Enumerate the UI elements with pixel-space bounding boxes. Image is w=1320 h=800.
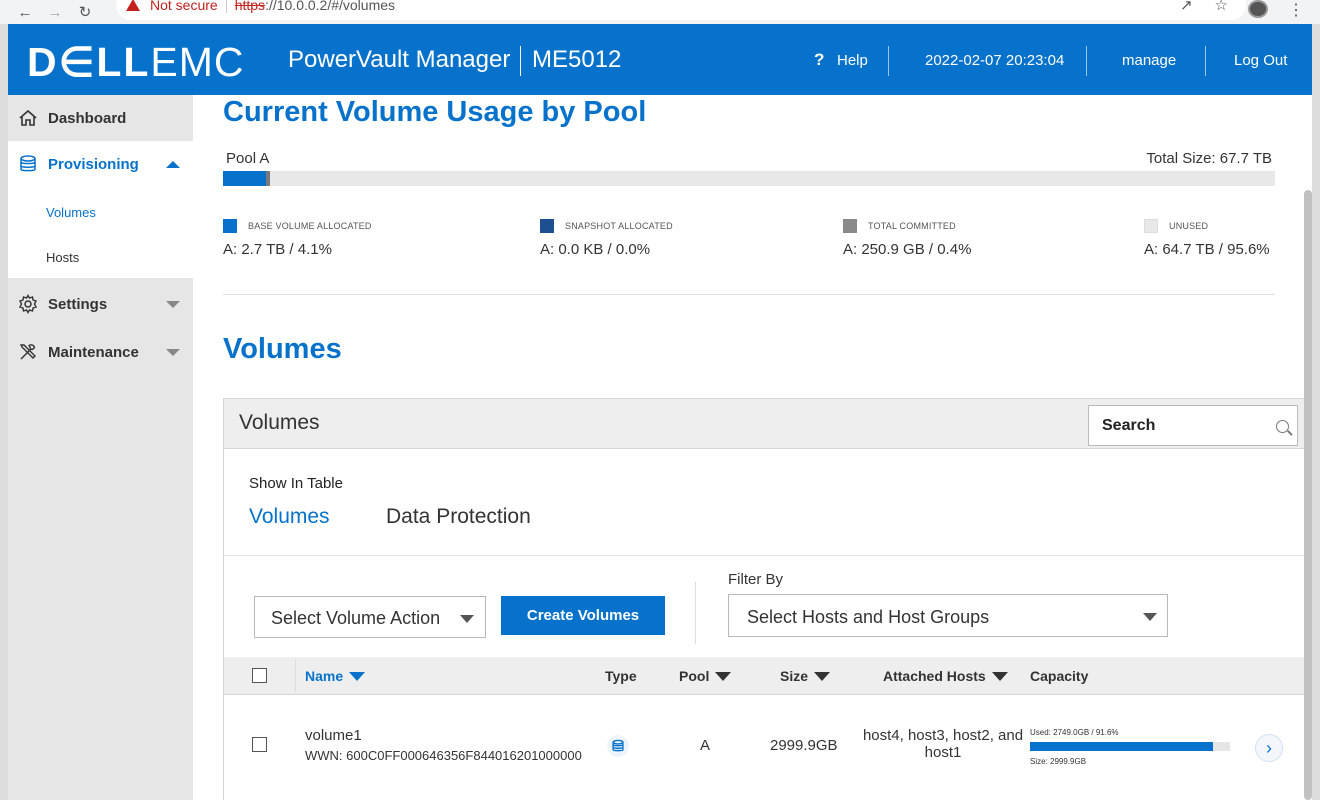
forward-icon[interactable]: →: [44, 2, 66, 22]
header-divider: [888, 46, 889, 76]
total-size: Total Size: 67.7 TB: [1146, 150, 1272, 167]
legend-swatch: [540, 219, 554, 233]
show-in-table-label: Show In Table: [249, 475, 343, 492]
reload-icon[interactable]: ↻: [74, 2, 96, 22]
browser-menu-icon[interactable]: ⋮: [1288, 0, 1304, 20]
provisioning-submenu: Volumes Hosts: [8, 186, 193, 278]
sort-icon: [814, 671, 831, 681]
attached-hosts: host4, host3, host2, and host1: [862, 727, 1024, 761]
address-separator: [225, 0, 227, 13]
sidebar-item-provisioning[interactable]: Provisioning: [8, 141, 193, 187]
header-divider: [520, 46, 521, 76]
address-bar[interactable]: Not secure https ://10.0.0.2/#/volumes ↗…: [116, 0, 1246, 20]
legend-swatch: [843, 219, 857, 233]
column-header-attached-hosts[interactable]: Attached Hosts: [883, 668, 1008, 684]
browser-toolbar: ← → ↻ Not secure https ://10.0.0.2/#/vol…: [0, 0, 1320, 24]
sidebar-item-settings[interactable]: Settings: [8, 281, 193, 327]
sort-icon: [715, 671, 732, 681]
url-scheme: https: [234, 0, 266, 13]
volume-type-database-icon: [607, 735, 629, 757]
help-link[interactable]: Help: [837, 52, 868, 69]
column-header-size[interactable]: Size: [780, 668, 831, 684]
volume-name[interactable]: volume1: [305, 727, 362, 744]
column-header-capacity: Capacity: [1030, 668, 1089, 684]
warning-icon: [126, 0, 140, 11]
column-header-type[interactable]: Type: [605, 668, 637, 684]
app-window: D∈LLEMC PowerVault Manager ME5012 ? Help…: [8, 24, 1312, 800]
sidebar: Dashboard Provisioning Volumes Hosts Set…: [8, 95, 193, 800]
legend-swatch: [223, 219, 237, 233]
chevron-down-icon: [166, 300, 180, 308]
column-divider: [295, 659, 296, 692]
header-divider: [1086, 46, 1087, 76]
chevron-down-icon: [1143, 613, 1157, 621]
toolbar-divider: [695, 582, 696, 644]
row-details-chevron-right-icon[interactable]: ›: [1255, 734, 1283, 762]
capacity-bar: [1030, 742, 1230, 751]
system-datetime: 2022-02-07 20:23:04: [925, 52, 1065, 69]
search-icon[interactable]: [1276, 420, 1289, 433]
share-icon[interactable]: ↗: [1180, 0, 1193, 14]
sort-desc-icon: [349, 671, 366, 681]
volume-size: 2999.9GB: [770, 737, 838, 754]
back-icon[interactable]: ←: [14, 2, 36, 22]
volume-pool: A: [700, 737, 711, 754]
legend-swatch: [1144, 219, 1158, 233]
tab-volumes[interactable]: Volumes: [249, 505, 330, 529]
user-menu[interactable]: manage: [1122, 52, 1176, 69]
logout-link[interactable]: Log Out: [1234, 52, 1287, 69]
filter-by-label: Filter By: [728, 571, 784, 588]
column-header-name[interactable]: Name: [305, 668, 366, 684]
chevron-up-icon: [166, 160, 180, 168]
capacity-size-label: Size: 2999.9GB: [1030, 757, 1087, 766]
help-icon[interactable]: ?: [814, 50, 824, 70]
capacity-used-label: Used: 2749.0GB / 91.6%: [1030, 728, 1119, 737]
system-model: ME5012: [532, 46, 622, 73]
panel-header: Volumes Search: [224, 399, 1307, 449]
volume-action-select[interactable]: Select Volume Action: [254, 596, 486, 638]
volume-wwn: WWN: 600C0FF000646356F844016201000000: [305, 748, 582, 763]
app-name: PowerVault Manager: [288, 46, 511, 73]
security-warning[interactable]: Not secure: [126, 0, 218, 13]
capacity-fill: [1030, 742, 1214, 751]
sidebar-subitem-hosts[interactable]: Hosts: [46, 250, 79, 265]
pool-usage-bar: [223, 171, 1275, 186]
search-input[interactable]: Search: [1088, 405, 1298, 446]
column-header-pool[interactable]: Pool: [679, 668, 732, 684]
tools-icon: [17, 341, 39, 363]
app-header: D∈LLEMC PowerVault Manager ME5012 ? Help…: [8, 24, 1312, 95]
volumes-panel: Volumes Search Show In Table Volumes Dat…: [223, 398, 1308, 800]
volumes-section-title: Volumes: [223, 333, 342, 365]
sidebar-subitem-volumes[interactable]: Volumes: [46, 205, 96, 220]
sort-icon: [991, 671, 1008, 681]
panel-divider: [224, 555, 1307, 556]
sidebar-item-dashboard[interactable]: Dashboard: [8, 95, 193, 141]
header-divider: [1205, 46, 1206, 76]
usage-title: Current Volume Usage by Pool: [223, 96, 647, 128]
sidebar-item-maintenance[interactable]: Maintenance: [8, 329, 193, 375]
page-scrollbar[interactable]: [1304, 190, 1312, 800]
section-divider: [223, 294, 1275, 295]
home-icon: [17, 107, 39, 129]
panel-title: Volumes: [239, 411, 320, 434]
bookmark-star-icon[interactable]: ☆: [1215, 0, 1228, 14]
profile-avatar-icon[interactable]: [1248, 0, 1268, 18]
search-placeholder: Search: [1102, 417, 1156, 434]
chevron-down-icon: [460, 615, 474, 623]
tab-data-protection[interactable]: Data Protection: [386, 505, 531, 529]
pool-label: Pool A: [226, 150, 270, 167]
table-header: Name Type Pool Size Attached Hosts Capac…: [224, 657, 1307, 695]
committed-marker: [266, 171, 271, 186]
url-text: ://10.0.0.2/#/volumes: [265, 0, 396, 13]
chevron-down-icon: [166, 348, 180, 356]
table-row[interactable]: volume1 WWN: 600C0FF000646356F8440162010…: [224, 696, 1307, 800]
dell-emc-logo[interactable]: D∈LLEMC: [27, 38, 245, 86]
database-icon: [17, 153, 39, 175]
select-all-checkbox[interactable]: [252, 668, 267, 683]
gear-icon: [17, 293, 39, 315]
host-filter-select[interactable]: Select Hosts and Host Groups: [728, 594, 1168, 637]
create-volumes-button[interactable]: Create Volumes: [501, 596, 665, 635]
row-checkbox[interactable]: [252, 737, 267, 752]
base-volume-fill: [223, 171, 267, 186]
